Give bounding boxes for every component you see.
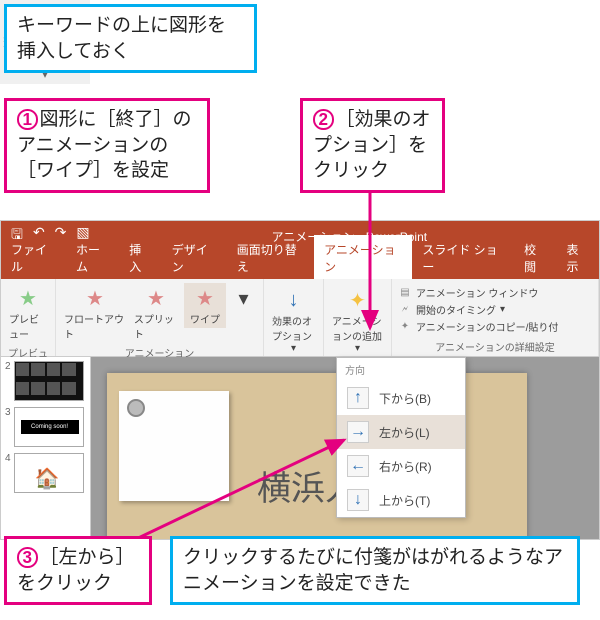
star-icon: ★ (192, 285, 218, 311)
trigger-icon: 🗲 (398, 304, 412, 315)
thumb-number: 2 (5, 361, 11, 372)
tab-slideshow[interactable]: スライド ショー (412, 235, 514, 279)
thumb-slide-4[interactable]: 4 🏠 (5, 453, 86, 493)
anim-floatout[interactable]: ★フロートアウト (62, 283, 128, 343)
thumb-preview: Coming soon! (14, 407, 84, 447)
pane-icon: ▤ (398, 287, 412, 298)
effect-options-button[interactable]: ↓ 効果のオプション ▾ (270, 285, 317, 356)
ribbon-tabs: ファイル ホーム 挿入 デザイン 画面切り替え アニメーション スライド ショー… (1, 251, 599, 279)
trigger-button[interactable]: 🗲 開始のタイミング ▾ (398, 302, 592, 317)
thumb-slide-3[interactable]: 3 Coming soon! (5, 407, 86, 447)
tab-review[interactable]: 校閲 (514, 235, 556, 279)
ribbon-add-animation: ✦ アニメーションの追加 ▾ (324, 279, 392, 356)
preview-button-label: プレビュー (9, 311, 47, 341)
house-icon: 🏠 (35, 466, 60, 491)
powerpoint-window: 🖫 ↶ ↷ ▧ アニメーション - PowerPoint ファイル ホーム 挿入… (0, 220, 600, 540)
thumb-slide-3-text: Coming soon! (21, 420, 79, 434)
ribbon-group-preview: ★ プレビュー プレビュー (1, 279, 56, 356)
tab-animations[interactable]: アニメーション (314, 235, 412, 279)
callout-step-1: 1図形に［終了］のアニメーションの［ワイプ］を設定 (4, 98, 210, 193)
ribbon-group-advanced: ▤ アニメーション ウィンドウ 🗲 開始のタイミング ▾ ✦ アニメーションのコピー/… (392, 279, 599, 356)
step-number-3: 3 (17, 547, 38, 568)
step-number-1: 1 (17, 109, 38, 130)
tab-transitions[interactable]: 画面切り替え (227, 235, 314, 279)
chevron-down-icon: ▾ (231, 285, 257, 311)
thumb-preview: 🏠 (14, 453, 84, 493)
caret-icon: ▾ (291, 343, 296, 354)
tab-insert[interactable]: 挿入 (119, 235, 161, 279)
direction-from-top[interactable]: ↓ 上から(T) (337, 483, 465, 517)
effect-options-button-label: 効果のオプション (272, 313, 315, 343)
caret-icon: ▾ (355, 343, 360, 354)
anim-wipe[interactable]: ★ワイプ (184, 283, 226, 328)
arrow-down-icon: ↓ (347, 489, 369, 511)
caret-icon: ▾ (500, 304, 505, 315)
callout-result: クリックするたびに付箋がはがれるようなアニメーションを設定できた (170, 536, 580, 605)
callout-instruction-top: キーワードの上に図形を挿入しておく (4, 4, 257, 73)
arrow-right-icon: → (347, 421, 369, 443)
animation-pane-button[interactable]: ▤ アニメーション ウィンドウ (398, 285, 592, 300)
callout-step-2: 2［効果のオプション］をクリック (300, 98, 445, 193)
thumb-slide-2[interactable]: 2 (5, 361, 86, 401)
thumb-number: 3 (5, 407, 11, 418)
star-icon: ★ (143, 285, 169, 311)
arrow-down-icon: ↓ (281, 287, 307, 313)
callout-step-3: 3［左から］をクリック (4, 536, 152, 605)
arrow-left-icon: ← (347, 455, 369, 477)
arrow-up-icon: ↑ (347, 387, 369, 409)
animation-pane-label: アニメーション ウィンドウ (416, 285, 538, 300)
tab-home[interactable]: ホーム (66, 235, 119, 279)
direction-from-left-label: 左から(L) (379, 424, 430, 441)
step-text-1: 図形に［終了］のアニメーションの［ワイプ］を設定 (17, 109, 192, 181)
direction-from-right-label: 右から(R) (379, 458, 432, 475)
preview-button[interactable]: ★ プレビュー (7, 283, 49, 343)
step-number-2: 2 (313, 109, 334, 130)
direction-from-bottom-label: 下から(B) (379, 390, 431, 407)
star-icon: ★ (15, 285, 41, 311)
tab-view[interactable]: 表示 (557, 235, 599, 279)
anim-split-label: スプリット (134, 311, 178, 341)
anim-wipe-label: ワイプ (190, 311, 220, 326)
trigger-label: 開始のタイミング (416, 302, 496, 317)
anim-floatout-label: フロートアウト (64, 311, 126, 341)
ribbon-effect-options: ↓ 効果のオプション ▾ (264, 279, 324, 356)
ribbon-group-animation-gallery: ★フロートアウト ★スプリット ★ワイプ ▾ アニメーション (56, 279, 264, 356)
anim-split[interactable]: ★スプリット (132, 283, 180, 343)
painter-icon: ✦ (398, 321, 412, 332)
direction-from-right[interactable]: ← 右から(R) (337, 449, 465, 483)
gallery-more-button[interactable]: ▾ (230, 283, 257, 313)
sticky-note-shape[interactable] (119, 391, 229, 501)
thumb-preview (14, 361, 84, 401)
dropdown-header: 方向 (337, 358, 465, 381)
star-icon: ★ (82, 285, 108, 311)
animation-painter-label: アニメーションのコピー/貼り付 (416, 319, 558, 334)
ribbon: ★ プレビュー プレビュー ★フロートアウト ★スプリット ★ワイプ ▾ アニメ… (1, 279, 599, 357)
editor-body: 2 3 Coming soon! 4 🏠 横浜人気駅弁 (1, 357, 599, 539)
tab-file[interactable]: ファイル (1, 235, 66, 279)
effect-options-dropdown: 方向 ↑ 下から(B) → 左から(L) ← 右から(R) ↓ 上から(T) (336, 357, 466, 518)
add-animation-label: アニメーションの追加 (332, 313, 383, 343)
direction-from-top-label: 上から(T) (379, 492, 430, 509)
direction-from-left[interactable]: → 左から(L) (337, 415, 465, 449)
add-animation-button[interactable]: ✦ アニメーションの追加 ▾ (330, 285, 385, 356)
slide-thumbnails: 2 3 Coming soon! 4 🏠 (1, 357, 91, 539)
ribbon-group-advanced-label: アニメーションの詳細設定 (398, 337, 592, 354)
thumb-number: 4 (5, 453, 11, 464)
animation-painter-button[interactable]: ✦ アニメーションのコピー/貼り付 (398, 319, 592, 334)
direction-from-bottom[interactable]: ↑ 下から(B) (337, 381, 465, 415)
star-plus-icon: ✦ (345, 287, 371, 313)
tab-design[interactable]: デザイン (162, 235, 227, 279)
